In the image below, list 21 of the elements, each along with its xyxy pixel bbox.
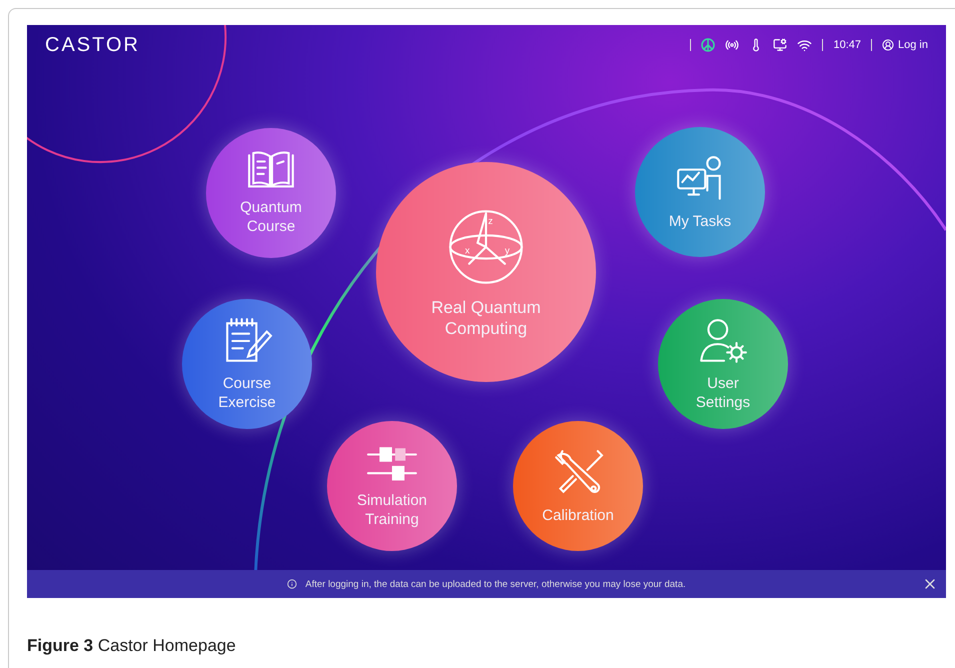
module-button[interactable]: z x y Real Quantum Computing [376, 162, 596, 382]
clock-time: 10:47 [833, 39, 862, 51]
figure-caption: Figure 3 Castor Homepage [27, 636, 237, 656]
info-icon [287, 579, 298, 589]
app-logo: CASTOR [45, 34, 140, 56]
broadcast-icon [725, 38, 740, 52]
module-button[interactable]: Course Exercise [182, 299, 312, 429]
axis-label: z [488, 216, 493, 227]
login-button[interactable]: Log in [882, 39, 928, 51]
module-button[interactable]: Calibration [513, 421, 643, 551]
axis-label: y [504, 245, 510, 256]
module-button[interactable]: Simulation Training [327, 421, 457, 551]
notice-text: After logging in, the data can be uploaded to the server, otherwise you may lose your data. [305, 578, 686, 590]
peace-icon [701, 38, 716, 52]
module-button[interactable]: Quantum Course [206, 128, 336, 258]
module-button[interactable]: User Settings [658, 299, 788, 429]
module-button[interactable]: My Tasks [635, 127, 765, 257]
monitor-icon [773, 38, 788, 52]
axis-label: x [465, 245, 470, 256]
user-icon [882, 39, 894, 51]
wifi-icon [797, 38, 812, 52]
